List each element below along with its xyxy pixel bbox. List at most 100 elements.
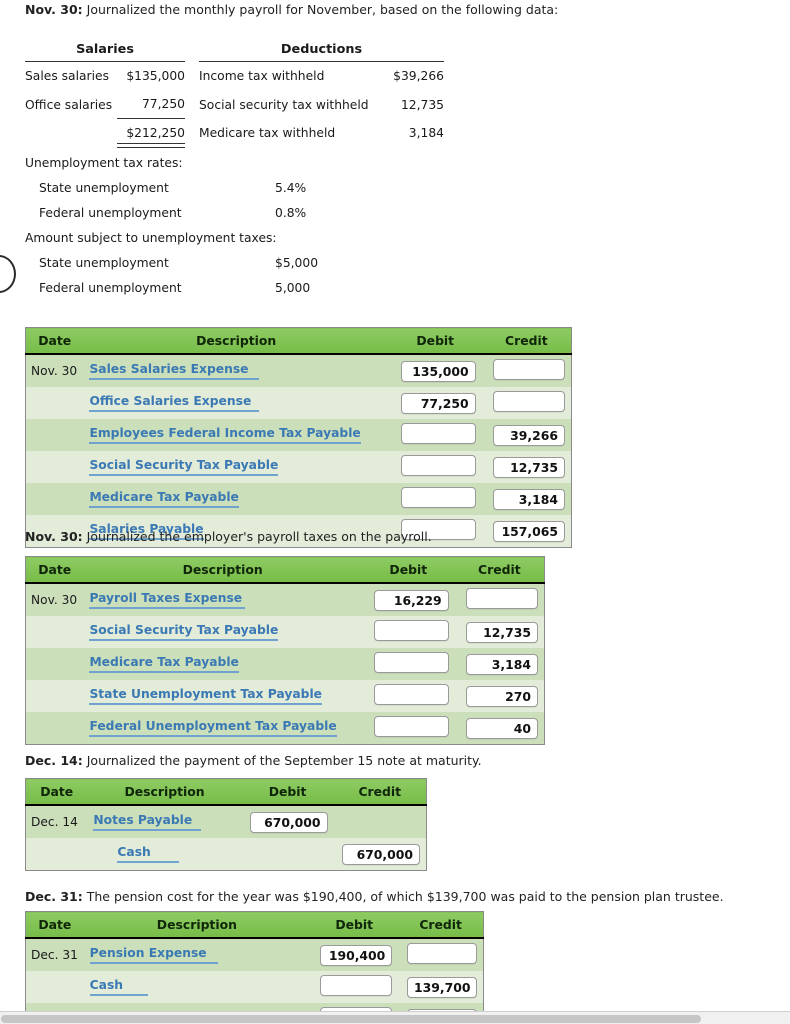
credit-input[interactable] — [407, 943, 477, 964]
row-description: Cash — [87, 838, 242, 871]
credit-input[interactable]: 670,000 — [342, 843, 420, 865]
row-credit — [481, 387, 572, 419]
salaries-amount: 77,250 — [117, 90, 185, 119]
credit-input[interactable] — [493, 359, 565, 380]
debit-input[interactable] — [320, 975, 393, 996]
row-credit — [333, 805, 427, 838]
debit-input[interactable] — [400, 423, 476, 444]
journal-row: Medicare Tax Payable 3,184 — [25, 483, 572, 515]
account-select[interactable]: Office Salaries Expense — [89, 394, 260, 412]
credit-input[interactable]: 139,700 — [407, 976, 477, 998]
summary-total-row: $212,250 Medicare tax withheld 3,184 — [25, 119, 444, 148]
debit-input[interactable] — [373, 620, 449, 641]
account-select[interactable]: Medicare Tax Payable — [89, 490, 239, 508]
credit-input[interactable]: 270 — [466, 685, 538, 707]
rates-heading-row: Unemployment tax rates: — [25, 150, 365, 175]
journal-header-row: Date Description Debit Credit — [25, 778, 427, 806]
salaries-amount: $135,000 — [126, 69, 185, 83]
prompt-dec31-pension: Dec. 31: The pension cost for the year w… — [25, 889, 724, 904]
credit-input[interactable]: 3,184 — [466, 653, 538, 675]
spacer-cell — [185, 42, 199, 62]
debit-input[interactable] — [373, 716, 449, 737]
debit-input[interactable]: 135,000 — [400, 360, 476, 382]
journal-row: Federal Unemployment Tax Payable 40 — [25, 712, 545, 745]
journal-header-row: Date Description Debit Credit — [25, 327, 572, 355]
column-header-date: Date — [25, 911, 84, 939]
summary-heading-row: Salaries Deductions — [25, 42, 444, 62]
row-debit — [388, 451, 482, 483]
rate-value: 0.8% — [275, 205, 307, 220]
prompt-dec14-note-date: Dec. 14: — [25, 753, 83, 768]
account-select[interactable]: Cash — [89, 978, 148, 996]
row-description: Social Security Tax Payable — [83, 616, 362, 648]
debit-input[interactable] — [400, 455, 476, 476]
credit-input[interactable]: 157,065 — [493, 520, 565, 542]
column-header-date: Date — [25, 327, 84, 355]
credit-input[interactable]: 39,266 — [493, 424, 565, 446]
credit-input[interactable] — [466, 588, 538, 609]
credit-input[interactable]: 40 — [466, 717, 538, 739]
empty-cell — [25, 119, 117, 148]
column-header-debit: Debit — [241, 778, 334, 806]
credit-input[interactable]: 3,184 — [493, 488, 565, 510]
prompt-nov30-payroll-text: Journalized the monthly payroll for Nove… — [82, 2, 559, 17]
journal-row: Social Security Tax Payable 12,735 — [25, 451, 572, 483]
prompt-dec14-note: Dec. 14: Journalized the payment of the … — [25, 753, 482, 768]
row-debit: 77,250 — [388, 387, 482, 419]
row-date — [25, 680, 84, 712]
row-credit: 12,735 — [481, 451, 572, 483]
row-debit — [361, 616, 455, 648]
debit-input[interactable] — [373, 684, 449, 705]
row-credit: 139,700 — [398, 971, 484, 1003]
row-credit: 39,266 — [481, 419, 572, 451]
scrollbar-thumb[interactable] — [1, 1015, 701, 1023]
column-header-credit: Credit — [333, 778, 427, 806]
debit-input[interactable]: 16,229 — [373, 589, 449, 611]
column-header-credit: Credit — [398, 911, 484, 939]
row-description: Medicare Tax Payable — [83, 483, 389, 515]
row-description: Medicare Tax Payable — [83, 648, 362, 680]
credit-input[interactable] — [493, 391, 565, 412]
row-description: Cash — [83, 971, 311, 1003]
account-select[interactable]: Federal Unemployment Tax Payable — [89, 719, 337, 737]
account-select[interactable]: Sales Salaries Expense — [89, 362, 260, 380]
row-date — [25, 483, 84, 515]
account-select[interactable]: Social Security Tax Payable — [89, 458, 279, 476]
prompt-dec31-pension-date: Dec. 31: — [25, 889, 83, 904]
horizontal-scrollbar[interactable] — [0, 1011, 790, 1024]
row-credit — [454, 583, 545, 616]
debit-input[interactable]: 190,400 — [320, 944, 393, 966]
debit-input[interactable] — [373, 652, 449, 673]
account-select[interactable]: Pension Expense — [89, 946, 218, 964]
account-select[interactable]: Cash — [117, 845, 180, 863]
row-credit: 670,000 — [333, 838, 427, 871]
column-header-date: Date — [25, 556, 84, 584]
account-select[interactable]: Employees Federal Income Tax Payable — [89, 426, 361, 444]
credit-input[interactable]: 12,735 — [493, 456, 565, 478]
row-date — [25, 616, 84, 648]
row-date — [25, 419, 84, 451]
journal-header-row: Date Description Debit Credit — [25, 556, 545, 584]
debit-input[interactable] — [400, 487, 476, 508]
salaries-total: $212,250 — [117, 119, 185, 147]
column-header-debit: Debit — [361, 556, 455, 584]
account-select[interactable]: Notes Payable — [93, 813, 202, 831]
account-select[interactable]: Medicare Tax Payable — [89, 655, 239, 673]
credit-input[interactable]: 12,735 — [466, 621, 538, 643]
row-debit: 135,000 — [388, 354, 482, 387]
prompt-nov30-payroll: Nov. 30: Journalized the monthly payroll… — [25, 2, 558, 17]
row-date — [25, 648, 84, 680]
debit-input[interactable]: 77,250 — [400, 392, 476, 414]
account-select[interactable]: Payroll Taxes Expense — [89, 591, 246, 609]
row-description: Office Salaries Expense — [83, 387, 389, 419]
row-debit — [388, 483, 482, 515]
account-select[interactable]: Social Security Tax Payable — [89, 623, 279, 641]
column-header-credit: Credit — [454, 556, 545, 584]
debit-input[interactable]: 670,000 — [249, 811, 328, 833]
row-description: Federal Unemployment Tax Payable — [83, 712, 362, 745]
account-select[interactable]: State Unemployment Tax Payable — [89, 687, 322, 705]
cursor-circle-artifact — [0, 255, 16, 293]
row-debit: 16,229 — [361, 583, 455, 616]
prompt-dec31-pension-text: The pension cost for the year was $190,4… — [82, 889, 724, 904]
deduction-label: Social security tax withheld — [199, 97, 369, 112]
